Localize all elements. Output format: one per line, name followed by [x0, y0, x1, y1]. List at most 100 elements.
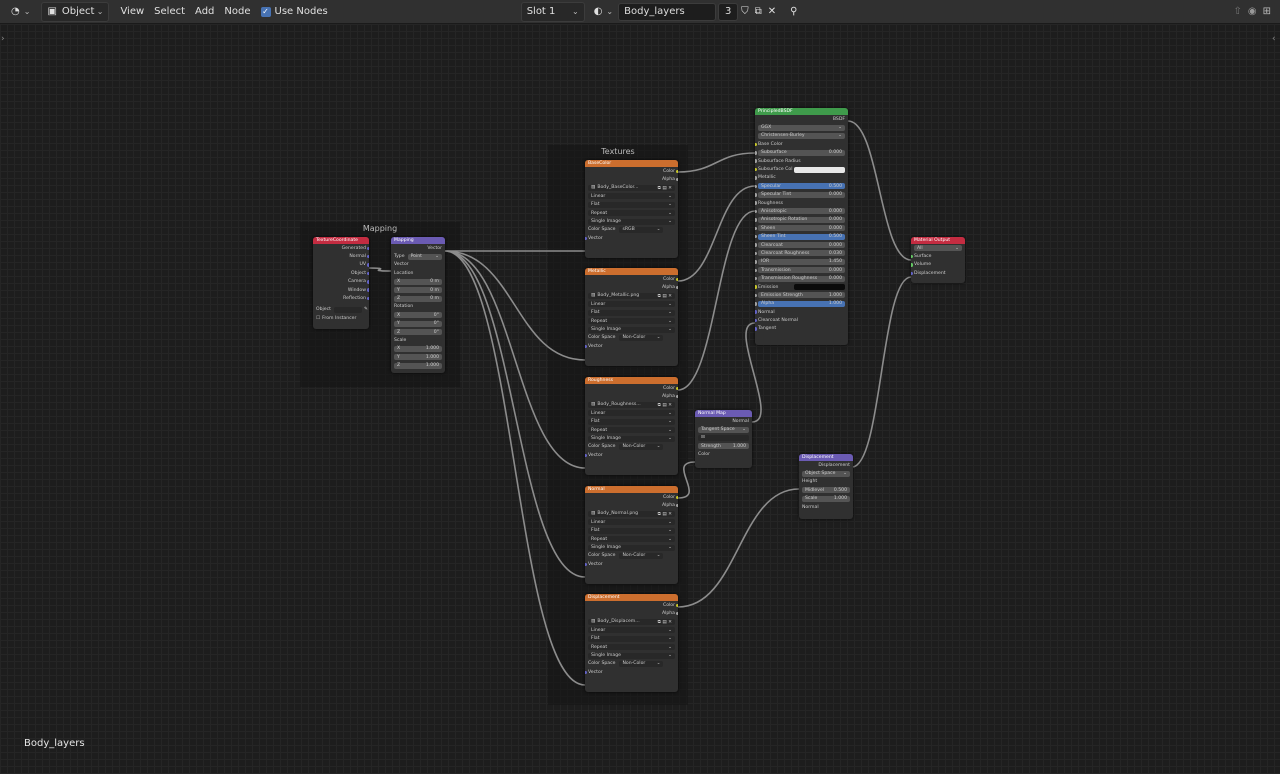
- image-actions-icon[interactable]: ⧉ ▤ ✕: [658, 511, 672, 517]
- socket[interactable]: [755, 268, 757, 273]
- vector-component-field[interactable]: Z 0°: [394, 329, 442, 336]
- socket[interactable]: [676, 177, 678, 182]
- toolbar-expand-icon[interactable]: ›: [1, 34, 5, 44]
- midlevel-field[interactable]: Midlevel 0.500: [802, 487, 850, 494]
- normal-space-dropdown[interactable]: Tangent Space ⌄: [698, 426, 749, 433]
- image-texture-node[interactable]: Roughness Color Alpha ▨ Body_Roughness... ⧉ ▤…: [585, 377, 678, 475]
- principled-bsdf-node[interactable]: PrincipledBSDF BSDF GGX ⌄ Christensen-Bur…: [755, 108, 848, 345]
- bsdf-value-field[interactable]: Anisotropic 0.000: [758, 208, 845, 215]
- vector-component-field[interactable]: X 1.000: [394, 345, 442, 352]
- socket[interactable]: [676, 169, 678, 173]
- displacement-node[interactable]: Displacement Displacement Object Space ⌄ …: [799, 454, 853, 519]
- image-datablock-field[interactable]: ▨ Body_Roughness... ⧉ ▤ ✕: [588, 401, 675, 408]
- slot-dropdown[interactable]: Slot 1 ⌄: [520, 1, 585, 22]
- socket[interactable]: [367, 288, 369, 292]
- texture-proj-dropdown[interactable]: Flat ⌄: [588, 201, 675, 208]
- bsdf-value-field[interactable]: Sheen Tint 0.500: [758, 233, 845, 240]
- color-space-dropdown[interactable]: Non-Color ⌄: [619, 660, 664, 667]
- color-space-dropdown[interactable]: Non-Color ⌄: [619, 552, 664, 559]
- image-texture-node[interactable]: Metallic Color Alpha ▨ Body_Metallic.png ⧉ ▤ …: [585, 268, 678, 366]
- menu-add[interactable]: Add: [190, 3, 219, 21]
- color-space-dropdown[interactable]: Non-Color ⌄: [619, 334, 664, 341]
- socket[interactable]: [755, 293, 757, 298]
- socket[interactable]: [755, 234, 757, 239]
- socket[interactable]: [755, 276, 757, 281]
- texture-ext-dropdown[interactable]: Repeat ⌄: [588, 427, 675, 434]
- image-texture-node[interactable]: Displacement Color Alpha ▨ Body_Displacem...…: [585, 594, 678, 692]
- texture-proj-dropdown[interactable]: Flat ⌄: [588, 418, 675, 425]
- socket[interactable]: [367, 280, 369, 284]
- from-instancer-checkbox[interactable]: ☐ From Instancer: [313, 314, 369, 322]
- material-name-field[interactable]: Body_layers: [618, 2, 717, 21]
- image-texture-node[interactable]: Normal Color Alpha ▨ Body_Normal.png ⧉ ▤ ✕ Lin…: [585, 486, 678, 584]
- bsdf-value-field[interactable]: Sheen 0.000: [758, 225, 845, 232]
- bsdf-value-field[interactable]: Specular Tint 0.000: [758, 191, 845, 198]
- socket[interactable]: [755, 260, 757, 264]
- vector-component-field[interactable]: X0 m: [394, 278, 442, 285]
- bsdf-value-field[interactable]: Emission Strength 1.000: [758, 292, 845, 299]
- snap-icon[interactable]: ◉: [1245, 3, 1260, 21]
- bsdf-value-field[interactable]: Transmission Roughness 0.000: [758, 275, 845, 282]
- mapping-node[interactable]: Mapping Vector Type Point ⌄ Vector Locatio…: [391, 237, 445, 373]
- material-output-node[interactable]: Material Output All ⌄ Surface Volume Displa…: [911, 237, 965, 283]
- bsdf-value-field[interactable]: Clearcoat 0.000: [758, 242, 845, 249]
- object-field[interactable]: [333, 306, 362, 313]
- mode-dropdown[interactable]: ▣ Object ⌄: [41, 1, 110, 22]
- menu-view[interactable]: View: [115, 3, 149, 21]
- socket[interactable]: [367, 263, 369, 267]
- socket[interactable]: [755, 142, 757, 147]
- socket[interactable]: [367, 254, 369, 259]
- image-datablock-field[interactable]: ▨ Body_BaseColor... ⧉ ▤ ✕: [588, 184, 675, 191]
- normal-map-node[interactable]: Normal Map Normal Tangent Space ⌄ ⊟ Stren…: [695, 410, 752, 468]
- socket[interactable]: [585, 562, 587, 567]
- texture-interp-dropdown[interactable]: Linear ⌄: [588, 627, 675, 634]
- socket[interactable]: [755, 201, 757, 205]
- socket[interactable]: [755, 151, 757, 155]
- vector-component-field[interactable]: Y0 m: [394, 287, 442, 294]
- browse-material-button[interactable]: ◐ ⌄: [589, 3, 618, 21]
- socket[interactable]: [676, 285, 678, 290]
- socket[interactable]: [676, 611, 678, 616]
- texture-ext-dropdown[interactable]: Repeat ⌄: [588, 644, 675, 651]
- menu-node[interactable]: Node: [219, 3, 255, 21]
- snap-element-icon[interactable]: ⊞: [1260, 3, 1274, 21]
- socket[interactable]: [585, 344, 587, 349]
- color-space-dropdown[interactable]: sRGB ⌄: [619, 226, 664, 233]
- texture-interp-dropdown[interactable]: Linear ⌄: [588, 519, 675, 526]
- user-count[interactable]: 3: [718, 2, 739, 21]
- output-target-dropdown[interactable]: All ⌄: [914, 245, 962, 252]
- fake-user-shield-icon[interactable]: ⛉: [738, 3, 752, 21]
- socket[interactable]: [755, 327, 757, 331]
- socket[interactable]: [911, 254, 913, 259]
- bsdf-value-field[interactable]: Transmission 0.000: [758, 267, 845, 274]
- texture-src-dropdown[interactable]: Single Image ⌄: [588, 652, 675, 659]
- color-swatch[interactable]: [794, 284, 845, 290]
- socket[interactable]: [755, 310, 757, 314]
- image-actions-icon[interactable]: ⧉ ▤ ✕: [658, 293, 672, 299]
- texture-coordinate-node[interactable]: TextureCoordinate Generated Normal UV Objec…: [313, 237, 369, 329]
- texture-proj-dropdown[interactable]: Flat ⌄: [588, 309, 675, 316]
- socket[interactable]: [676, 394, 678, 399]
- pin-icon[interactable]: ⚲: [787, 3, 800, 21]
- texture-interp-dropdown[interactable]: Linear ⌄: [588, 410, 675, 417]
- socket[interactable]: [676, 603, 678, 607]
- texture-proj-dropdown[interactable]: Flat ⌄: [588, 635, 675, 642]
- bsdf-value-field[interactable]: Subsurface 0.000: [758, 149, 845, 156]
- bsdf-value-field[interactable]: Clearcoat Roughness 0.030: [758, 250, 845, 257]
- vector-component-field[interactable]: Y 0°: [394, 320, 442, 327]
- texture-src-dropdown[interactable]: Single Image ⌄: [588, 544, 675, 551]
- socket[interactable]: [676, 386, 678, 390]
- distribution-dropdown[interactable]: GGX ⌄: [758, 124, 845, 131]
- color-space-dropdown[interactable]: Non-Color ⌄: [619, 443, 664, 450]
- image-datablock-field[interactable]: ▨ Body_Displacem... ⧉ ▤ ✕: [588, 618, 675, 625]
- socket[interactable]: [755, 243, 757, 247]
- mapping-type-dropdown[interactable]: Point ⌄: [407, 253, 442, 260]
- socket[interactable]: [911, 263, 913, 267]
- sidebar-expand-icon[interactable]: ‹: [1272, 34, 1276, 44]
- vector-component-field[interactable]: Z 1.000: [394, 362, 442, 369]
- image-actions-icon[interactable]: ⧉ ▤ ✕: [658, 402, 672, 408]
- socket[interactable]: [755, 302, 757, 306]
- bsdf-value-field[interactable]: Specular 0.500: [758, 183, 845, 190]
- vector-component-field[interactable]: Z0 m: [394, 295, 442, 302]
- socket[interactable]: [585, 236, 587, 241]
